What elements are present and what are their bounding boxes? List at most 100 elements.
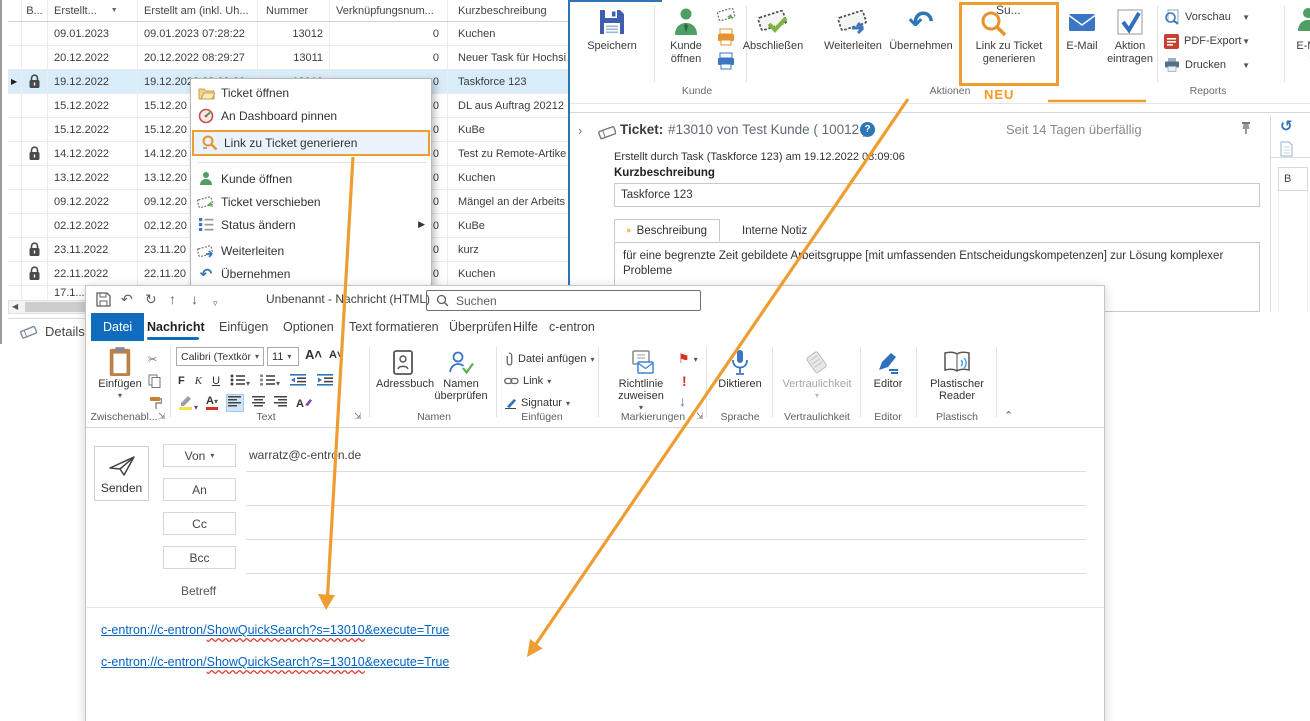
fax-blue-icon[interactable] (716, 52, 736, 75)
redo-icon[interactable]: ↻ (145, 291, 157, 307)
font-color-button[interactable]: A▾ (206, 396, 218, 410)
paste-button[interactable]: Einfügen ▾ (94, 346, 146, 402)
dropdown-icon[interactable]: ▼ (1289, 53, 1310, 66)
font-name-select[interactable]: Calibri (Textkör▾ (176, 347, 264, 366)
save-icon[interactable] (96, 292, 111, 310)
ticket-link[interactable]: c-entron://c-entron/ShowQuickSearch?s=13… (101, 655, 449, 669)
dictate-button[interactable]: Diktieren (714, 346, 766, 390)
align-right-button[interactable] (274, 396, 288, 410)
column-header-erstellt-am[interactable]: Erstellt am (inkl. Uh... (138, 0, 258, 21)
align-left-button[interactable] (226, 394, 244, 412)
font-size-select[interactable]: 11▾ (267, 347, 299, 366)
assign-policy-button[interactable]: Richtlinie zuweisen ▾ (610, 346, 672, 414)
low-importance-button[interactable]: ↓ (679, 391, 686, 411)
to-button[interactable]: An (163, 478, 236, 501)
open-customer-button[interactable]: Kunde öffnen (660, 4, 712, 84)
pin-icon[interactable] (1240, 121, 1252, 135)
tab-centron[interactable]: c-entron (549, 313, 595, 341)
pdf-export-button[interactable]: PDF-Export ▼ (1164, 30, 1250, 52)
take-over-button[interactable]: ↶ Übernehmen (886, 4, 956, 84)
save-button[interactable]: Speichern (576, 4, 648, 84)
fax-orange-icon[interactable] (716, 28, 736, 51)
dropdown-icon[interactable]: ▼ (1242, 13, 1250, 22)
collapse-ribbon-icon[interactable]: ⌃ (1004, 409, 1013, 422)
report-email-button[interactable]: E-Mail ▼ (1289, 4, 1310, 84)
tab-optionen[interactable]: Optionen (283, 313, 334, 341)
menu-item-ticket-oeffnen[interactable]: Ticket öffnen (191, 81, 433, 104)
menu-item-ticket-verschieben[interactable]: Ticket verschieben (191, 190, 433, 213)
move-up-icon[interactable]: ↑ (169, 291, 176, 307)
copy-button[interactable] (148, 371, 161, 391)
editor-button[interactable]: Editor (866, 346, 910, 390)
numbered-list-button[interactable]: ▾ (260, 374, 280, 389)
move-down-icon[interactable]: ↓ (191, 291, 198, 307)
dropdown-icon[interactable]: ▾ (94, 390, 146, 402)
close-ticket-button[interactable]: Abschließen (734, 4, 812, 84)
tab-ueberpruefen[interactable]: Überprüfen (449, 313, 512, 341)
grow-font-button[interactable]: A˄ (305, 347, 322, 362)
document-icon[interactable] (1280, 141, 1293, 157)
tab-text-formatieren[interactable]: Text formatieren (349, 313, 439, 341)
tab-hilfe[interactable]: Hilfe (513, 313, 538, 341)
cc-button[interactable]: Cc (163, 512, 236, 535)
column-header-kurzbeschreibung[interactable]: Kurzbeschreibung (448, 0, 568, 21)
ticket-small-icon[interactable] (716, 6, 736, 28)
collapse-chevron-icon[interactable]: › (578, 123, 582, 138)
customize-qat-icon[interactable]: ▿ (213, 295, 218, 311)
align-center-button[interactable] (252, 396, 266, 410)
history-icon[interactable]: ↺ (1280, 117, 1293, 135)
dropdown-icon[interactable]: ▼ (1242, 61, 1250, 70)
decrease-indent-button[interactable] (290, 374, 307, 389)
format-painter-button[interactable] (148, 393, 162, 413)
dialog-launcher-icon[interactable]: ⇲ (158, 411, 166, 422)
cut-button[interactable]: ✂ (148, 349, 157, 369)
address-book-button[interactable]: Adressbuch (376, 346, 430, 390)
ticket-link[interactable]: c-entron://c-entron/ShowQuickSearch?s=13… (101, 623, 449, 637)
tab-einfuegen[interactable]: Einfügen (219, 313, 268, 341)
scroll-left-icon[interactable]: ◀ (12, 301, 18, 313)
high-importance-button[interactable]: ! (682, 371, 687, 391)
help-icon[interactable]: ? (860, 122, 875, 137)
menu-item-kunde-oeffnen[interactable]: Kunde öffnen (191, 167, 433, 190)
signature-button[interactable]: Signatur▾ (504, 393, 570, 413)
attach-file-button[interactable]: Datei anfügen▾ (504, 349, 595, 369)
table-row[interactable]: 20.12.2022 20.12.2022 08:29:27 13011 0 N… (8, 46, 568, 70)
generate-ticket-link-button[interactable]: Su... Link zu Ticket generieren (962, 4, 1056, 84)
menu-item-uebernehmen[interactable]: ↶ Übernehmen (191, 262, 433, 285)
insert-link-button[interactable]: Link▾ (504, 371, 551, 391)
dropdown-icon[interactable]: ▼ (1242, 37, 1250, 46)
column-header-verknuepfung[interactable]: Verknüpfungsnum... (330, 0, 448, 21)
increase-indent-button[interactable] (317, 374, 334, 389)
from-button[interactable]: Von▾ (163, 444, 236, 467)
follow-up-flag-button[interactable]: ⚑▾ (678, 349, 698, 369)
menu-item-dashboard-pinnen[interactable]: An Dashboard pinnen (191, 104, 433, 127)
column-header-erstellt[interactable]: Erstellt...▼ (48, 0, 138, 21)
tab-datei[interactable]: Datei (91, 313, 144, 341)
menu-item-weiterleiten[interactable]: Weiterleiten (191, 239, 433, 262)
styles-button[interactable]: A (296, 397, 312, 410)
undo-icon[interactable]: ↶ (121, 291, 133, 307)
immersive-reader-button[interactable]: Plastischer Reader (924, 346, 990, 402)
dialog-launcher-icon[interactable]: ⇲ (354, 411, 362, 422)
underline-button[interactable]: U (212, 375, 220, 387)
print-button[interactable]: Drucken ▼ (1164, 54, 1250, 76)
send-button[interactable]: Senden (94, 446, 149, 501)
highlight-color-button[interactable]: ▾ (178, 394, 198, 413)
preview-button[interactable]: Vorschau ▼ (1164, 6, 1250, 28)
shrink-font-button[interactable]: A˅ (329, 349, 343, 361)
menu-item-status-aendern[interactable]: Status ändern ▶ (191, 213, 433, 236)
from-value[interactable]: warratz@c-entron.de (249, 448, 361, 462)
subject-label[interactable]: Betreff (181, 584, 216, 598)
bullet-list-button[interactable]: ▾ (230, 374, 250, 389)
dialog-launcher-icon[interactable]: ⇲ (696, 411, 704, 422)
search-box[interactable]: Suchen (426, 290, 701, 311)
column-header-locked[interactable]: B... (22, 0, 48, 21)
tab-beschreibung[interactable]: Beschreibung (614, 219, 720, 242)
bcc-button[interactable]: Bcc (163, 546, 236, 569)
bold-button[interactable]: F (178, 375, 185, 387)
kurzbeschreibung-input[interactable]: Taskforce 123 (614, 183, 1260, 207)
menu-item-link-generieren[interactable]: Link zu Ticket generieren (192, 130, 430, 156)
email-button[interactable]: E-Mail (1062, 4, 1102, 84)
column-header-nummer[interactable]: Nummer (258, 0, 330, 21)
forward-ticket-button[interactable]: Weiterleiten (814, 4, 892, 84)
